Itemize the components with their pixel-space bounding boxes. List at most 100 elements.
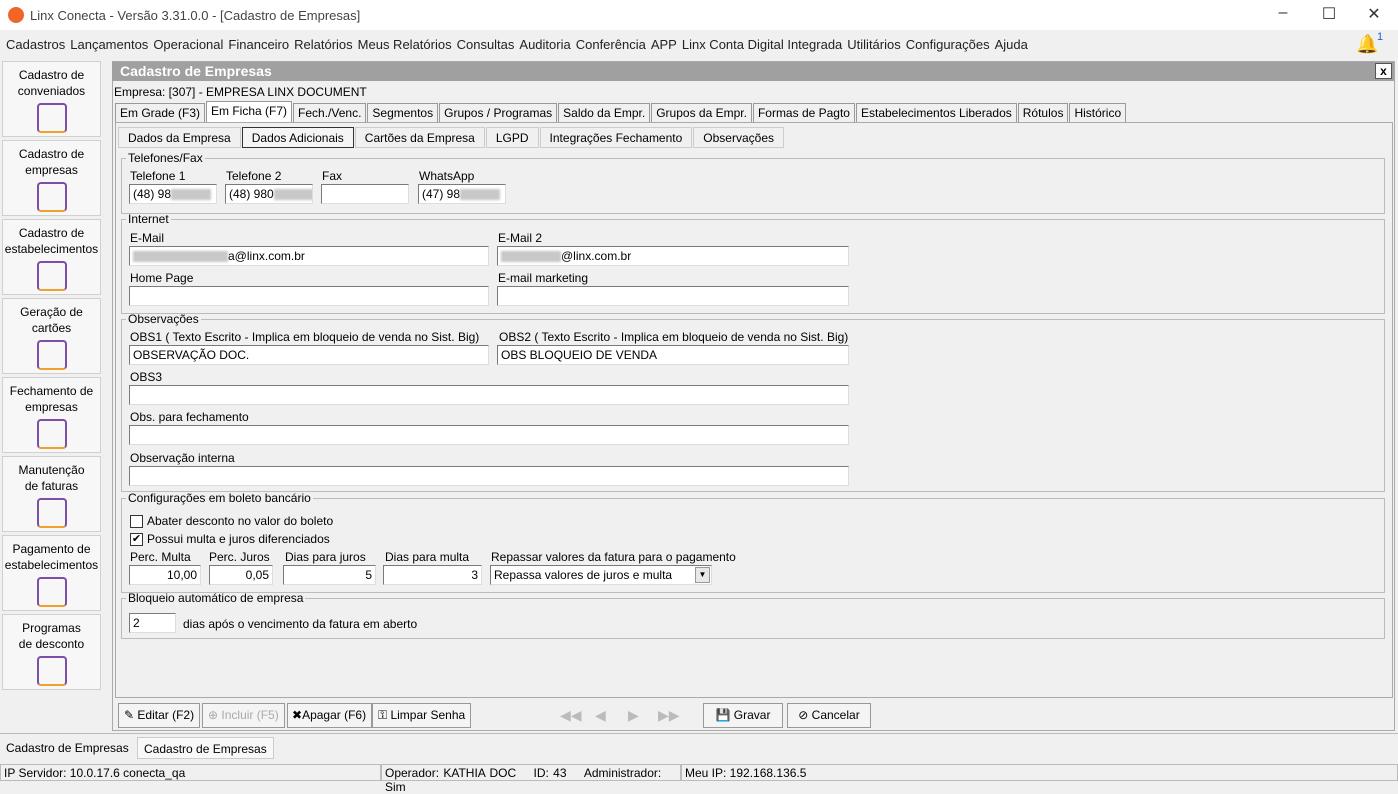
telefone1-value: (48) 98 [133, 187, 172, 201]
bloqueio-dias-input[interactable]: 2 [129, 613, 176, 633]
menu-auditoria[interactable]: Auditoria [519, 37, 570, 52]
limpar-senha-button[interactable]: ⚿ Limpar Senha [372, 703, 472, 728]
telefone2-input[interactable]: (48) 980 [225, 184, 313, 204]
card-icon [36, 340, 67, 370]
menu-relatorios[interactable]: Relatórios [294, 37, 353, 52]
menu-cadastros[interactable]: Cadastros [6, 37, 65, 52]
tab-1[interactable]: Em Ficha (F7) [206, 101, 293, 122]
perc-multa-label: Perc. Multa [130, 550, 191, 564]
email-marketing-label: E-mail marketing [498, 271, 589, 285]
obs2-input[interactable]: OBS BLOQUEIO DE VENDA [497, 345, 849, 365]
menu-conferencia[interactable]: Conferência [576, 37, 646, 52]
menu-lancamentos[interactable]: Lançamentos [70, 37, 148, 52]
email2-input[interactable]: @linx.com.br [497, 246, 849, 266]
subtab-5[interactable]: Observações [693, 127, 784, 148]
obs-fechamento-input[interactable] [129, 425, 849, 445]
dias-juros-label: Dias para juros [285, 550, 366, 564]
sidebar-item[interactable]: Cadastro de conveniados [2, 61, 101, 137]
fax-input[interactable] [321, 184, 409, 204]
email-input[interactable]: a@linx.com.br [129, 246, 489, 266]
telefone2-value: (48) 980 [229, 187, 274, 201]
repassar-select[interactable]: Repassa valores de juros e multa ▼ [490, 565, 712, 585]
tab-5[interactable]: Saldo da Empr. [558, 103, 651, 122]
email-marketing-input[interactable] [497, 286, 849, 306]
whatsapp-input[interactable]: (47) 98 [418, 184, 506, 204]
sidebar-label-1: Fechamento de [9, 384, 94, 398]
repassar-label: Repassar valores da fatura para o pagame… [491, 550, 736, 564]
tab-7[interactable]: Formas de Pagto [752, 103, 855, 122]
tab-4[interactable]: Grupos / Programas [439, 103, 558, 122]
obs3-input[interactable] [129, 385, 849, 405]
sidebar-item[interactable]: Geração de cartões [2, 298, 101, 374]
redacted-mask [133, 251, 228, 263]
apagar-button[interactable]: ✖Apagar (F6) [287, 703, 373, 728]
abater-checkbox[interactable] [130, 515, 143, 528]
tab-9[interactable]: Rótulos [1017, 103, 1069, 122]
cancelar-button[interactable]: ⊘ Cancelar [787, 703, 871, 728]
multa-juros-label: Possui multa e juros diferenciados [147, 532, 330, 546]
payment-icon [36, 577, 67, 607]
obs-interna-input[interactable] [129, 466, 849, 486]
notification-count: 1 [1377, 31, 1384, 43]
chevron-down-icon[interactable]: ▼ [695, 567, 710, 583]
next-record-icon[interactable]: ▶ [628, 707, 639, 724]
perc-juros-input[interactable]: 0,05 [209, 565, 273, 585]
delete-icon: ✖ [292, 708, 303, 722]
title-bar: Linx Conecta - Versão 3.31.0.0 - [Cadast… [0, 0, 1398, 30]
tab-3[interactable]: Segmentos [367, 103, 439, 122]
tab-6[interactable]: Grupos da Empr. [651, 103, 752, 122]
form-close-button[interactable]: x [1375, 63, 1392, 79]
bottom-tab-2[interactable]: Cadastro de Empresas [137, 737, 274, 759]
first-record-icon[interactable]: ◀◀ [560, 707, 582, 724]
store-icon [36, 261, 67, 291]
sidebar-item[interactable]: Programas de desconto [2, 614, 101, 690]
subtab-3[interactable]: LGPD [485, 127, 539, 148]
prev-record-icon[interactable]: ◀ [595, 707, 606, 724]
menu-utilitarios[interactable]: Utilitários [847, 37, 900, 52]
tab-10[interactable]: Histórico [1069, 103, 1127, 122]
sidebar-label-2: estabelecimentos [4, 242, 99, 256]
dias-juros-input[interactable]: 5 [283, 565, 376, 585]
menu-operacional[interactable]: Operacional [153, 37, 223, 52]
menu-app[interactable]: APP [651, 37, 677, 52]
tab-2[interactable]: Fech./Venc. [293, 103, 367, 122]
status-servidor: IP Servidor: 10.0.17.6 conecta_qa [0, 764, 381, 781]
menu-financeiro[interactable]: Financeiro [228, 37, 289, 52]
obs1-input[interactable]: OBSERVAÇÃO DOC. [129, 345, 489, 365]
menu-configuracoes[interactable]: Configurações [906, 37, 990, 52]
editar-button[interactable]: ✎ Editar (F2) [118, 703, 201, 728]
status-operador: Operador: KATHIA DOC ID: 43 Administrado… [381, 764, 681, 794]
sidebar-item[interactable]: Cadastro de estabelecimentos [2, 219, 101, 295]
telefone1-input[interactable]: (48) 98 [129, 184, 217, 204]
sidebar-item[interactable]: Pagamento de estabelecimentos [2, 535, 101, 611]
sidebar-item[interactable]: Manutenção de faturas [2, 456, 101, 532]
telefone2-label: Telefone 2 [226, 169, 282, 183]
dias-multa-input[interactable]: 3 [383, 565, 482, 585]
last-record-icon[interactable]: ▶▶ [658, 707, 680, 724]
subtab-0[interactable]: Dados da Empresa [118, 127, 241, 148]
sidebar-label-2: conveniados [17, 84, 86, 98]
bottom-tab-1[interactable]: Cadastro de Empresas [0, 737, 135, 759]
perc-multa-input[interactable]: 10,00 [129, 565, 201, 585]
sidebar-item[interactable]: Cadastro de empresas [2, 140, 101, 216]
multa-juros-checkbox[interactable]: ✔ [130, 533, 143, 546]
sidebar-item[interactable]: Fechamento de empresas [2, 377, 101, 453]
tab-8[interactable]: Estabelecimentos Liberados [855, 103, 1017, 122]
menu-linx-conta[interactable]: Linx Conta Digital Integrada [682, 37, 842, 52]
subtab-1[interactable]: Dados Adicionais [241, 127, 354, 148]
minimize-icon[interactable]: – [1268, 4, 1298, 22]
subtab-4[interactable]: Integrações Fechamento [539, 127, 693, 148]
incluir-button[interactable]: ⊕ Incluir (F5) [202, 703, 285, 728]
menu-bar: Cadastros Lançamentos Operacional Financ… [0, 30, 1398, 58]
bell-icon[interactable]: 🔔 [1356, 34, 1378, 55]
menu-meus-relatorios[interactable]: Meus Relatórios [358, 37, 452, 52]
maximize-icon[interactable]: ☐ [1314, 4, 1344, 24]
homepage-input[interactable] [129, 286, 489, 306]
menu-consultas[interactable]: Consultas [457, 37, 515, 52]
menu-ajuda[interactable]: Ajuda [995, 37, 1028, 52]
close-icon[interactable]: ✕ [1359, 4, 1389, 24]
whatsapp-value: (47) 98 [422, 187, 461, 201]
subtab-2[interactable]: Cartões da Empresa [354, 127, 485, 148]
tab-0[interactable]: Em Grade (F3) [115, 103, 206, 122]
gravar-button[interactable]: 💾 Gravar [703, 703, 783, 728]
